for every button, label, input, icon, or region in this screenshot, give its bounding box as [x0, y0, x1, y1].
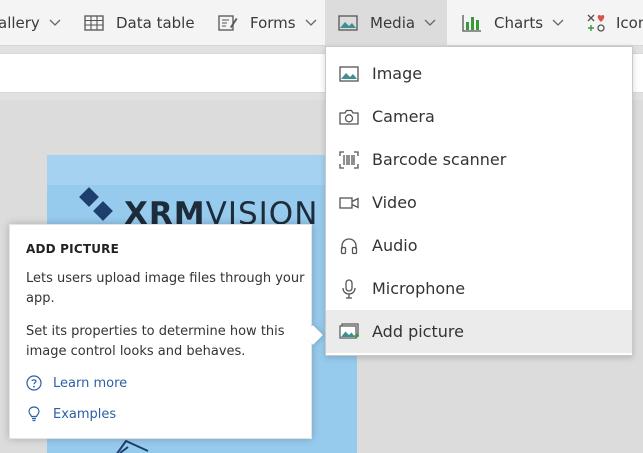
charts-icon: [462, 14, 482, 32]
tab-icons-label: Icon: [616, 14, 643, 32]
forms-icon: [218, 14, 238, 32]
menu-item-microphone[interactable]: Microphone: [326, 267, 632, 310]
chevron-down-icon: [305, 19, 317, 27]
media-icon: [338, 14, 358, 32]
data-table-icon: [84, 14, 104, 32]
learn-more-link[interactable]: Learn more: [26, 375, 127, 391]
menu-item-add-picture[interactable]: Add picture: [326, 310, 632, 353]
tab-charts-label: Charts: [494, 14, 544, 32]
menu-item-image-label: Image: [372, 64, 423, 83]
video-icon: [338, 193, 360, 213]
ribbon-toolbar: allery Data table Forms Media Charts Ico: [0, 0, 643, 46]
tooltip-properties-text: Set its properties to determine how this…: [26, 324, 285, 359]
menu-item-image[interactable]: Image: [326, 52, 632, 95]
tab-forms-label: Forms: [250, 14, 296, 32]
tab-icons[interactable]: Icon: [586, 0, 643, 46]
add-picture-icon: [338, 322, 360, 342]
menu-item-video-label: Video: [372, 193, 417, 212]
partial-image-icon: [112, 437, 152, 453]
lightbulb-icon: [26, 406, 42, 422]
tab-gallery[interactable]: allery: [0, 0, 61, 46]
examples-label: Examples: [53, 406, 117, 422]
chevron-down-icon: [552, 19, 564, 27]
screen-header: [47, 155, 357, 185]
menu-item-camera[interactable]: Camera: [326, 95, 632, 138]
menu-item-add-picture-label: Add picture: [372, 322, 464, 341]
tooltip-description: Lets users upload image files through yo…: [26, 271, 305, 306]
learn-more-label: Learn more: [53, 375, 128, 391]
tab-data-table-label: Data table: [116, 14, 195, 32]
chevron-down-icon: [49, 19, 61, 27]
menu-item-barcode-scanner-label: Barcode scanner: [372, 150, 507, 169]
camera-icon: [338, 107, 360, 127]
menu-item-camera-label: Camera: [372, 107, 435, 126]
tab-data-table[interactable]: Data table: [84, 0, 195, 46]
tooltip-title: ADD PICTURE: [26, 242, 120, 256]
headphones-icon: [338, 236, 360, 256]
menu-item-audio[interactable]: Audio: [326, 224, 632, 267]
barcode-icon: [338, 150, 360, 170]
menu-item-video[interactable]: Video: [326, 181, 632, 224]
image-icon: [338, 64, 360, 84]
tab-forms[interactable]: Forms: [218, 0, 317, 46]
chevron-down-icon: [424, 19, 436, 27]
microphone-icon: [338, 278, 360, 299]
icons-icon: [586, 14, 606, 32]
add-picture-tooltip: ADD PICTURE Lets users upload image file…: [9, 224, 312, 439]
tab-media[interactable]: Media: [325, 0, 447, 46]
tab-gallery-label: allery: [0, 14, 40, 32]
examples-link[interactable]: Examples: [26, 406, 116, 422]
media-dropdown-menu: Image Camera Barcode scanner Video Audio…: [325, 46, 633, 356]
tab-charts[interactable]: Charts: [462, 0, 564, 46]
menu-item-barcode-scanner[interactable]: Barcode scanner: [326, 138, 632, 181]
menu-item-audio-label: Audio: [372, 236, 418, 255]
help-circle-icon: [26, 375, 42, 391]
menu-item-microphone-label: Microphone: [372, 279, 466, 298]
tab-media-label: Media: [370, 14, 416, 32]
